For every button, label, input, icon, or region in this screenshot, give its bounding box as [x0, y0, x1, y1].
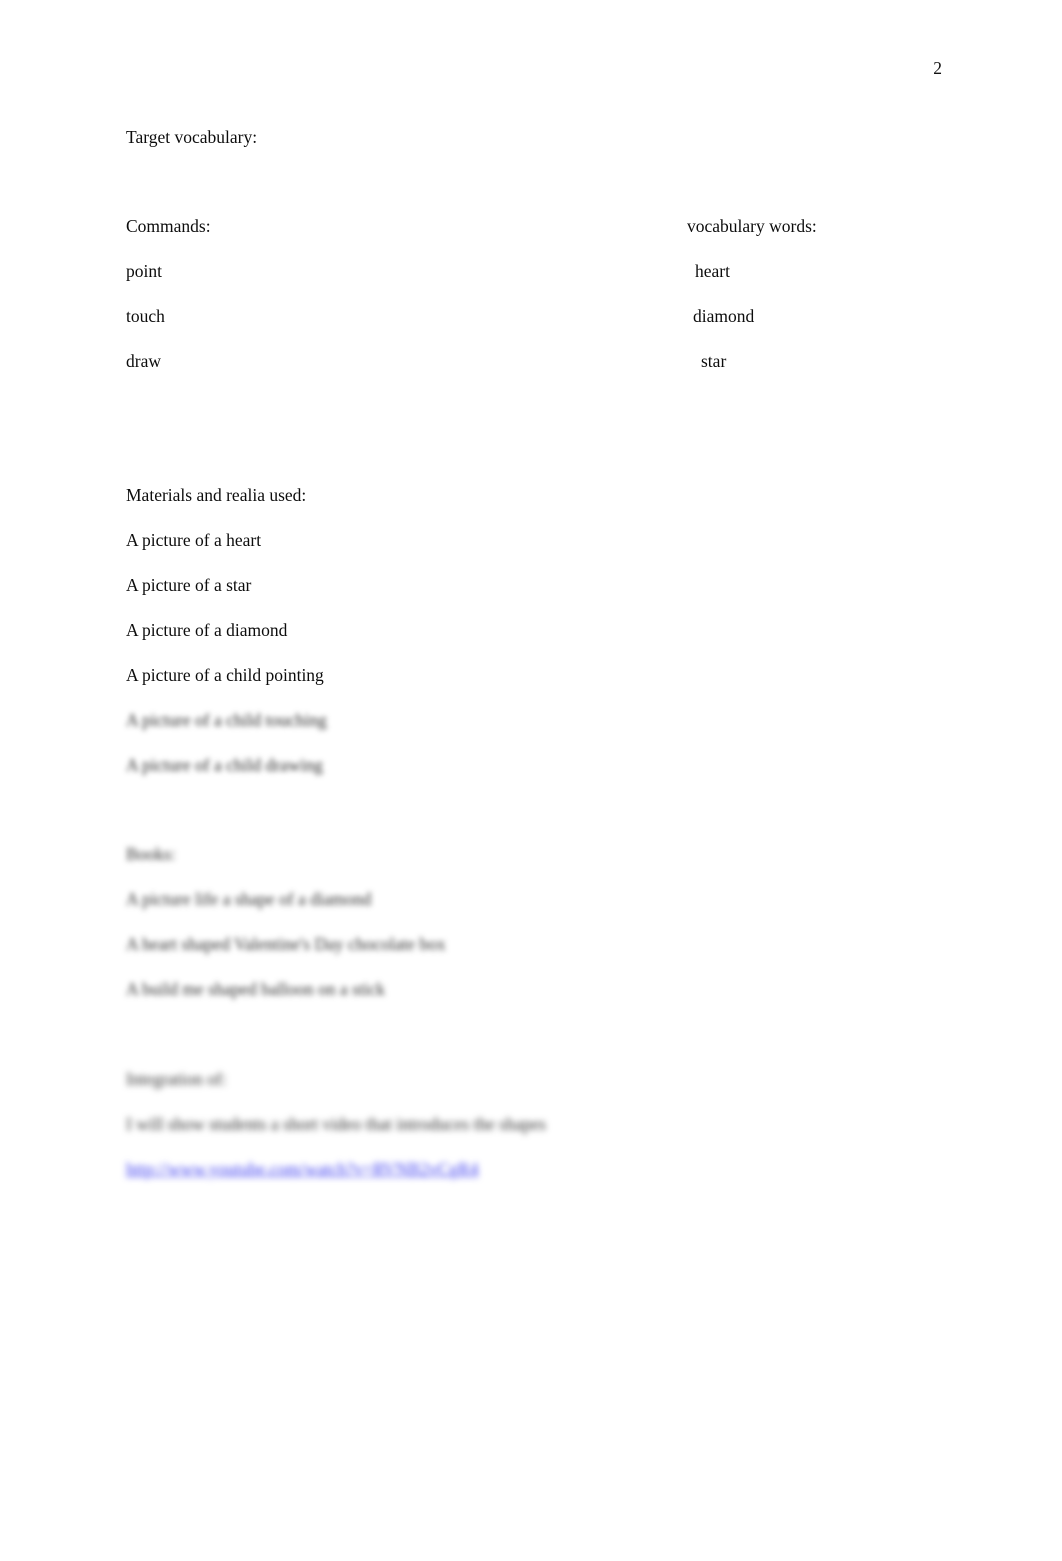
books-item-1: A picture life a shape of a diamond	[126, 889, 372, 909]
integration-heading: Integration of:	[126, 1069, 227, 1089]
books-heading: Books:	[126, 844, 176, 864]
materials-item-child-touching: A picture of a child touching	[126, 710, 327, 730]
books-item-2: A heart shaped Valentine's Day chocolate…	[126, 934, 446, 954]
vocabulary-item-diamond: diamond	[693, 306, 755, 326]
materials-item-child-drawing: A picture of a child drawing	[126, 755, 323, 775]
books-item-3: A build me shaped balloon on a stick	[126, 979, 386, 999]
commands-column-header: Commands:	[126, 216, 211, 236]
vocabulary-item-heart: heart	[695, 261, 730, 281]
materials-item-star: A picture of a star	[126, 575, 252, 595]
materials-item-child-pointing: A picture of a child pointing	[126, 665, 324, 685]
command-item-draw: draw	[126, 351, 161, 371]
vocabulary-words-column-header: vocabulary words:	[687, 216, 817, 236]
vocabulary-item-star: star	[701, 351, 727, 371]
materials-item-diamond: A picture of a diamond	[126, 620, 288, 640]
integration-body-text: I will show students a short video that …	[126, 1114, 546, 1134]
target-vocabulary-heading: Target vocabulary:	[126, 127, 258, 147]
materials-heading: Materials and realia used:	[126, 485, 307, 505]
materials-item-heart: A picture of a heart	[126, 530, 262, 550]
integration-video-link[interactable]: http://www.youtube.com/watch?v=RVNB2vCgR…	[126, 1158, 478, 1180]
command-item-touch: touch	[126, 306, 165, 326]
page-number: 2	[933, 58, 942, 78]
document-page: 2 Target vocabulary: Commands: vocabular…	[0, 0, 1062, 1561]
command-item-point: point	[126, 261, 162, 281]
